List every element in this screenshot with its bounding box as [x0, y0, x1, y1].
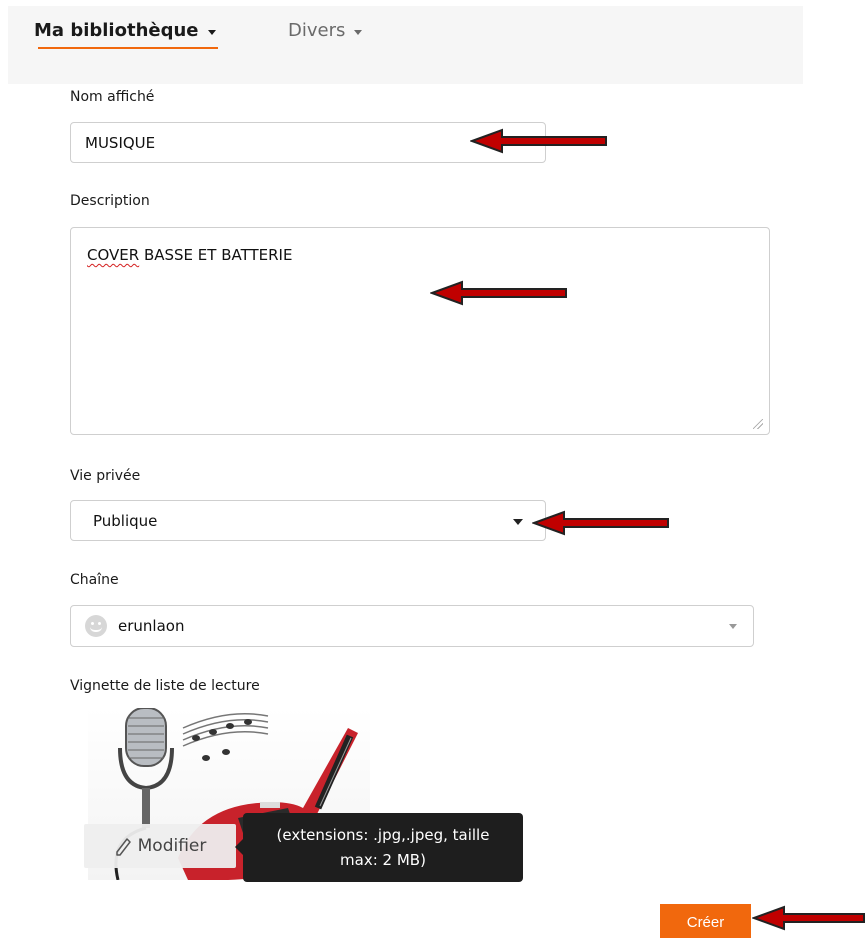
- nav-my-library[interactable]: Ma bibliothèque: [34, 20, 216, 41]
- privacy-label: Vie privée: [70, 468, 141, 484]
- avatar-icon: [85, 615, 107, 637]
- annotation-arrow-icon: [430, 280, 567, 306]
- chevron-down-icon: [207, 29, 216, 35]
- nav-misc[interactable]: Divers: [288, 20, 363, 41]
- annotation-arrow-icon: [752, 905, 865, 931]
- dropdown-caret-icon: [513, 519, 523, 525]
- create-button[interactable]: Créer: [660, 904, 751, 938]
- description-value: COVER BASSE ET BATTERIE: [87, 246, 292, 264]
- channel-select[interactable]: erunlaon: [70, 605, 754, 647]
- channel-label: Chaîne: [70, 572, 119, 588]
- tooltip-line-1: (extensions: .jpg,.jpeg, taille: [276, 826, 490, 844]
- active-tab-underline: [38, 47, 218, 49]
- privacy-value: Publique: [93, 511, 158, 530]
- description-label: Description: [70, 193, 150, 209]
- nav-my-library-label: Ma bibliothèque: [34, 20, 199, 41]
- pencil-icon: [115, 838, 131, 856]
- display-name-label: Nom affiché: [70, 89, 155, 105]
- nav-misc-label: Divers: [288, 20, 346, 41]
- top-nav-bar: Ma bibliothèque Divers: [8, 6, 803, 84]
- modify-thumbnail-button[interactable]: Modifier: [84, 824, 236, 868]
- description-textarea[interactable]: COVER BASSE ET BATTERIE: [70, 227, 770, 435]
- modify-thumbnail-label: Modifier: [137, 836, 207, 856]
- annotation-arrow-icon: [532, 510, 669, 536]
- annotation-arrow-icon: [470, 128, 607, 154]
- thumbnail-label: Vignette de liste de lecture: [70, 678, 260, 694]
- privacy-select[interactable]: Publique: [70, 500, 546, 541]
- dropdown-caret-icon: [729, 624, 737, 629]
- tooltip-line-2: max: 2 MB): [340, 851, 426, 869]
- chevron-down-icon: [354, 29, 363, 35]
- thumbnail-requirements-tooltip: (extensions: .jpg,.jpeg, taille max: 2 M…: [235, 813, 523, 882]
- misspelled-word: COVER: [87, 246, 140, 264]
- display-name-value: MUSIQUE: [85, 133, 156, 152]
- resize-handle[interactable]: [753, 419, 763, 429]
- channel-value: erunlaon: [118, 617, 185, 635]
- description-value-rest: BASSE ET BATTERIE: [139, 246, 293, 264]
